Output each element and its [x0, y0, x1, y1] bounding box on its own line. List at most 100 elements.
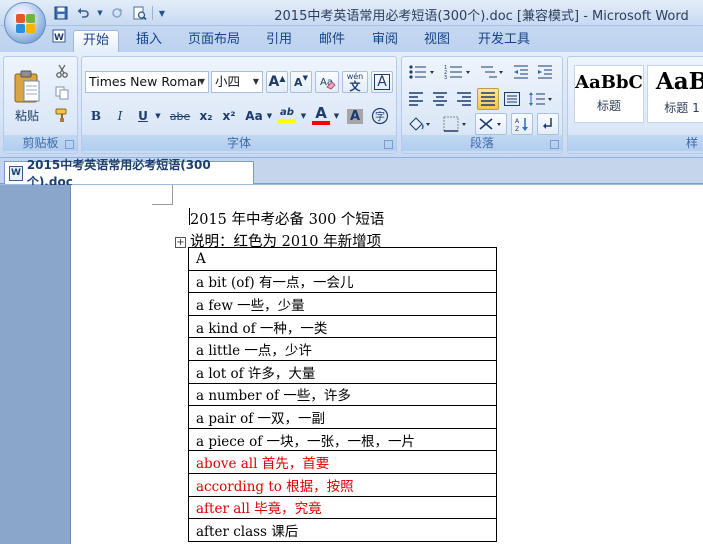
align-center-button[interactable] [429, 88, 451, 110]
tab-mailings[interactable]: 邮件 [311, 30, 353, 52]
pinyin-guide-button[interactable]: wén 文 [342, 71, 368, 93]
font-color-button[interactable]: A [310, 102, 332, 128]
line-spacing-button[interactable] [525, 88, 557, 110]
underline-button[interactable]: U [133, 105, 153, 127]
table-cell[interactable]: a number of 一些，许多 [188, 382, 497, 407]
document-tab[interactable]: W 2015中考英语常用必考短语(300个).doc [4, 158, 254, 189]
table-row[interactable]: after class 课后 [188, 518, 497, 542]
shrink-font-button[interactable]: A ▼ [290, 71, 312, 93]
chevron-down-icon[interactable]: ▼ [250, 72, 262, 92]
tab-insert[interactable]: 插入 [128, 30, 170, 52]
paste-label: 粘贴 [14, 108, 39, 123]
align-left-button[interactable] [405, 88, 427, 110]
enclose-characters-button[interactable]: 字 [369, 105, 391, 127]
clipboard-launcher-icon[interactable] [65, 140, 74, 149]
table-cell[interactable]: a bit (of) 有一点，一会儿 [188, 269, 497, 294]
bullets-button[interactable] [405, 61, 439, 83]
table-row[interactable]: a lot of 许多，大量 [188, 359, 497, 384]
highlight-color-bar [278, 119, 296, 123]
table-row[interactable]: a number of 一些，许多 [188, 382, 497, 407]
tab-references[interactable]: 引用 [258, 30, 300, 52]
italic-button[interactable]: I [109, 105, 131, 127]
tab-developer[interactable]: 开发工具 [472, 30, 536, 52]
chinese-layout-button[interactable] [475, 113, 507, 135]
multilevel-list-button[interactable] [477, 61, 507, 83]
table-cell[interactable]: A [188, 247, 497, 271]
styles-group: AaBbC 标题 AaB 标题 1 样 [567, 56, 703, 154]
table-cell[interactable]: according to 根据，按照 [188, 472, 497, 497]
cut-icon[interactable] [52, 61, 72, 81]
highlight-dropdown-icon[interactable]: ▼ [299, 105, 308, 127]
paste-button[interactable]: 粘贴 [8, 61, 46, 131]
table-row[interactable]: a piece of 一块，一张，一根，一片 [188, 427, 497, 452]
table-cell[interactable]: a few 一些，少量 [188, 292, 497, 316]
table-row[interactable]: according to 根据，按照 [188, 472, 497, 497]
underline-dropdown-icon[interactable]: ▼ [153, 105, 163, 127]
table-row[interactable]: a little 一点，少许 [188, 337, 497, 361]
format-painter-icon[interactable] [52, 105, 72, 125]
font-color-bar [312, 120, 330, 125]
table-cell[interactable]: a kind of 一种，一类 [188, 314, 497, 339]
distributed-icon [504, 92, 520, 106]
copy-icon[interactable] [52, 83, 72, 103]
font-name-combo[interactable]: Times New Romar ▼ [85, 71, 209, 93]
table-row[interactable]: a bit (of) 有一点，一会儿 [188, 269, 497, 294]
document-area[interactable]: 2015 年中考必备 300 个短语 说明：红色为 2010 年新增项 + Aa… [0, 185, 703, 544]
decrease-indent-button[interactable] [510, 61, 532, 83]
table-row[interactable]: a few 一些，少量 [188, 292, 497, 316]
show-formatting-button[interactable] [537, 113, 559, 135]
doc-heading-line[interactable]: 2015 年中考必备 300 个短语 [190, 208, 384, 229]
font-size-combo[interactable]: 小四 ▼ [211, 71, 263, 93]
font-launcher-icon[interactable] [384, 140, 393, 149]
tab-home[interactable]: 开始 [73, 30, 119, 52]
bold-button[interactable]: B [85, 105, 107, 127]
table-cell[interactable]: a piece of 一块，一张，一根，一片 [188, 427, 497, 452]
character-shading-button[interactable]: A [344, 105, 366, 127]
ribbon-tab-bar: W 开始 插入 页面布局 引用 邮件 审阅 视图 开发工具 [0, 26, 703, 52]
table-cell[interactable]: after class 课后 [188, 518, 497, 542]
table-cell[interactable]: a pair of 一双，一副 [188, 405, 497, 429]
help-icon[interactable]: W [50, 28, 68, 46]
numbering-button[interactable]: 123 [441, 61, 475, 83]
enclose-char-icon: 字 [371, 107, 389, 125]
style-heading-1[interactable]: AaB 标题 1 [647, 65, 703, 123]
table-move-handle-icon[interactable]: + [175, 237, 186, 248]
table-cell[interactable]: after all 毕竟，究竟 [188, 495, 497, 520]
chevron-down-icon[interactable]: ▼ [196, 72, 208, 92]
style-heading[interactable]: AaBbC 标题 [574, 65, 644, 123]
justify-button[interactable] [477, 88, 499, 110]
table-row[interactable]: A [188, 247, 497, 271]
office-button[interactable] [4, 2, 46, 44]
character-border-button[interactable]: A [371, 71, 393, 93]
shading-button[interactable] [405, 113, 435, 135]
sort-button[interactable]: AZ [511, 113, 533, 135]
table-row[interactable]: a pair of 一双，一副 [188, 405, 497, 429]
table-row[interactable]: above all 首先，首要 [188, 450, 497, 474]
borders-button[interactable] [441, 113, 471, 135]
strikethrough-button[interactable]: abe [166, 105, 194, 127]
distributed-button[interactable] [501, 88, 523, 110]
office-logo-icon [16, 14, 36, 34]
word-document-icon: W [9, 165, 23, 181]
table-row[interactable]: after all 毕竟，究竟 [188, 495, 497, 520]
tab-review[interactable]: 审阅 [364, 30, 406, 52]
font-color-dropdown-icon[interactable]: ▼ [332, 105, 341, 127]
change-case-dropdown-icon[interactable]: ▼ [265, 105, 274, 127]
table-cell[interactable]: a lot of 许多，大量 [188, 359, 497, 384]
increase-indent-button[interactable] [534, 61, 556, 83]
change-case-button[interactable]: Aa [242, 105, 266, 127]
chinese-layout-icon [479, 118, 501, 130]
highlight-button[interactable]: ab [275, 102, 299, 128]
superscript-button[interactable]: x² [218, 105, 240, 127]
paragraph-launcher-icon[interactable] [550, 140, 559, 149]
clear-format-button[interactable]: Aa [315, 71, 339, 93]
subscript-button[interactable]: x₂ [195, 105, 217, 127]
grow-font-button[interactable]: A ▲ [266, 71, 288, 93]
vocabulary-table[interactable]: Aa bit (of) 有一点，一会儿 a few 一些，少量 a kind of … [188, 247, 497, 542]
align-right-button[interactable] [453, 88, 475, 110]
tab-page-layout[interactable]: 页面布局 [184, 30, 244, 52]
table-cell[interactable]: a little 一点，少许 [188, 337, 497, 361]
table-row[interactable]: a kind of 一种，一类 [188, 314, 497, 339]
table-cell[interactable]: above all 首先，首要 [188, 450, 497, 474]
tab-view[interactable]: 视图 [416, 30, 458, 52]
